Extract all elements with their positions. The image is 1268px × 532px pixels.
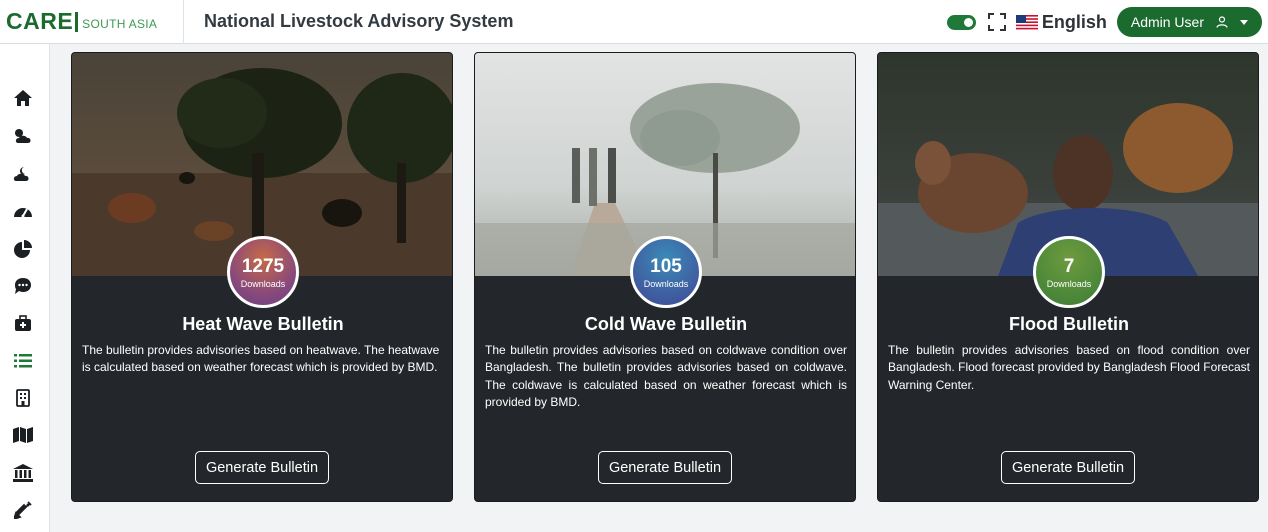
card-title: Heat Wave Bulletin	[182, 314, 344, 334]
card-description: The bulletin provides advisories based o…	[888, 343, 1250, 392]
user-icon	[1216, 16, 1228, 28]
downloads-badge: 1275 Downloads	[227, 236, 299, 308]
top-navbar: CARE SOUTH ASIA National Livestock Advis…	[0, 0, 1268, 44]
sidebar-item-bulletins[interactable]	[12, 350, 34, 372]
language-selector[interactable]: English	[1042, 12, 1107, 33]
weather-icon	[15, 129, 31, 143]
downloads-label: Downloads	[1046, 278, 1092, 289]
list-icon	[14, 354, 32, 368]
fullscreen-icon[interactable]	[987, 13, 1006, 31]
sidebar-item-night-weather[interactable]	[12, 163, 34, 185]
home-icon	[14, 90, 32, 106]
logo-main-text: CARE	[6, 8, 74, 34]
card-title: Flood Bulletin	[1009, 314, 1129, 334]
downloads-badge: 7 Downloads	[1033, 236, 1105, 308]
map-icon	[13, 427, 33, 443]
sidebar-item-map[interactable]	[12, 424, 34, 446]
flood-bulletin-card: 7 Downloads Flood Bulletin The bulletin …	[877, 52, 1259, 502]
sidebar-item-health[interactable]	[12, 312, 34, 334]
logo-sub-text: SOUTH ASIA	[82, 16, 158, 31]
downloads-count: 105	[650, 255, 682, 277]
sidebar-item-reports[interactable]	[12, 238, 34, 260]
generate-bulletin-button[interactable]: Generate Bulletin	[195, 451, 329, 484]
institution-icon	[13, 464, 33, 482]
sidebar-item-dashboard[interactable]	[12, 200, 34, 222]
cold-wave-bulletin-card: 105 Downloads Cold Wave Bulletin The bul…	[474, 52, 856, 502]
building-icon	[16, 389, 30, 407]
sidebar-item-institutions[interactable]	[12, 462, 34, 484]
top-right-controls: English Admin User	[946, 6, 1262, 38]
sidebar	[0, 44, 50, 532]
downloads-label: Downloads	[240, 278, 286, 289]
medkit-icon	[15, 314, 31, 331]
app-title: National Livestock Advisory System	[204, 11, 514, 31]
user-name: Admin User	[1130, 14, 1204, 30]
card-title: Cold Wave Bulletin	[584, 314, 748, 334]
comment-dots-icon	[15, 278, 31, 294]
downloads-count: 1275	[241, 255, 285, 277]
care-logo[interactable]: CARE SOUTH ASIA	[0, 0, 184, 44]
sidebar-item-vaccination[interactable]	[12, 499, 34, 521]
sidebar-item-weather[interactable]	[12, 125, 34, 147]
night-weather-icon	[13, 167, 29, 181]
generate-bulletin-button[interactable]: Generate Bulletin	[598, 451, 732, 484]
sidebar-item-messages[interactable]	[12, 275, 34, 297]
downloads-count: 7	[1063, 255, 1075, 277]
sidebar-item-offices[interactable]	[12, 387, 34, 409]
card-description: The bulletin provides advisories based o…	[485, 343, 847, 409]
syringe-icon	[14, 501, 32, 519]
theme-toggle[interactable]	[946, 14, 976, 30]
logo-divider	[75, 11, 79, 32]
downloads-badge: 105 Downloads	[630, 236, 702, 308]
generate-bulletin-button[interactable]: Generate Bulletin	[1001, 451, 1135, 484]
downloads-label: Downloads	[643, 278, 689, 289]
user-menu-button[interactable]: Admin User	[1116, 7, 1262, 37]
us-flag-icon	[1015, 14, 1038, 30]
card-description: The bulletin provides advisories based o…	[82, 343, 440, 375]
pie-chart-icon	[14, 240, 32, 258]
chevron-down-icon	[1240, 19, 1248, 25]
sidebar-item-home[interactable]	[12, 87, 34, 109]
heat-wave-bulletin-card: 1275 Downloads Heat Wave Bulletin The bu…	[71, 52, 453, 502]
dashboard-icon	[14, 208, 32, 218]
